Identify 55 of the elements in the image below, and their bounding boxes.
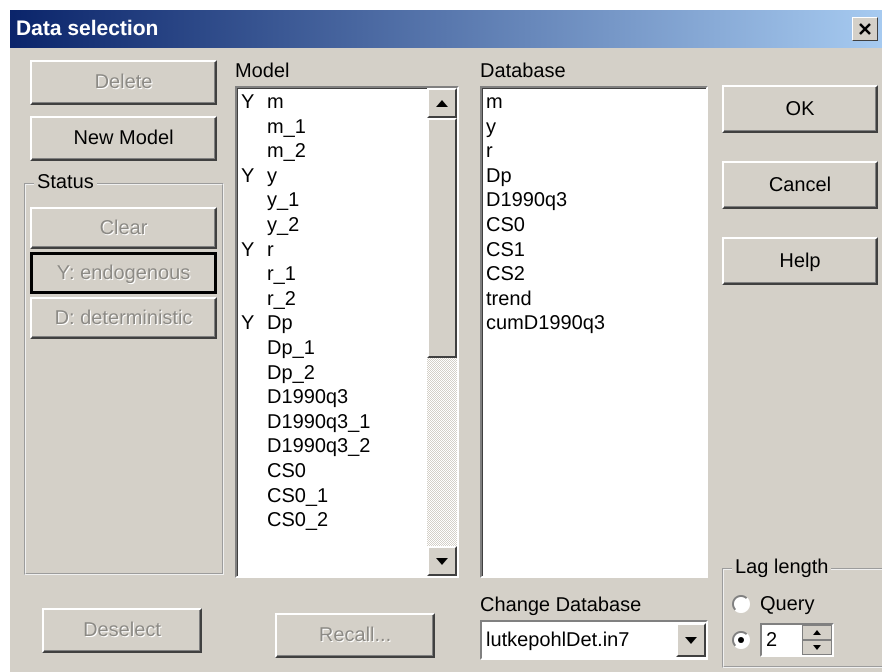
list-item[interactable]: y	[486, 114, 702, 140]
scroll-thumb[interactable]	[427, 118, 457, 358]
radio-button[interactable]	[732, 595, 750, 613]
list-item[interactable]: cumD1990q3	[486, 311, 702, 336]
list-item[interactable]: D1990q3_1	[241, 410, 423, 434]
group-label: Lag length	[732, 556, 832, 579]
list-item[interactable]: m_2	[241, 139, 423, 164]
list-item[interactable]: Y Dp	[241, 311, 423, 336]
list-item[interactable]: D1990q3	[241, 385, 423, 410]
database-dropdown[interactable]: lutkepohlDet.in7	[480, 620, 708, 660]
scroll-up-button[interactable]	[427, 88, 457, 118]
list-item[interactable]: Y y	[241, 164, 423, 188]
close-icon	[858, 22, 872, 36]
button[interactable]: OK	[722, 85, 878, 133]
list-item[interactable]: CS0_2	[241, 508, 423, 533]
list-item[interactable]: y_2	[241, 212, 423, 238]
list-item[interactable]: CS0_1	[241, 484, 423, 508]
up-arrow-icon	[436, 100, 448, 106]
button[interactable]: Help	[722, 237, 878, 285]
database-label: Database	[480, 60, 567, 84]
list-item[interactable]: D1990q3_2	[241, 434, 423, 459]
list-item[interactable]: trend	[486, 286, 702, 312]
list-item[interactable]: CS0	[486, 212, 702, 238]
list-item[interactable]: m	[486, 90, 702, 115]
model-list[interactable]: Y m m_1 m_2 Y y y_1 y_2 Y r r_1 r_2 Y Dp Dp_1 Dp_2 D1990q3 D1990q3_1 D1990q3_2 CS0 CS0_1 CS0_2	[235, 86, 459, 578]
list-item[interactable]: CS2	[486, 262, 702, 287]
button[interactable]: New Model	[30, 116, 217, 161]
window-title: Data selection	[16, 17, 158, 41]
list-item[interactable]: m_1	[241, 114, 423, 140]
lag-spin-field[interactable]: 2	[760, 623, 834, 657]
list-item[interactable]: Y m	[241, 90, 423, 115]
spin-arrows-icon[interactable]	[802, 625, 832, 655]
list-item[interactable]: r	[486, 139, 702, 164]
down-arrow-icon	[685, 636, 697, 644]
database-list[interactable]: m y r Dp D1990q3 CS0 CS1 CS2 trend cumD1990q3	[480, 86, 708, 578]
list-item[interactable]: Dp_2	[241, 360, 423, 386]
scrollbar[interactable]	[427, 88, 457, 576]
list-item[interactable]: D1990q3	[486, 188, 702, 213]
button[interactable]: Cancel	[722, 161, 878, 209]
scroll-down-button[interactable]	[427, 546, 457, 576]
list-item[interactable]: Y r	[241, 238, 423, 262]
down-arrow-icon	[436, 558, 448, 564]
list-item[interactable]: Dp	[486, 164, 702, 188]
close-button[interactable]	[852, 17, 878, 41]
list-item[interactable]: y_1	[241, 188, 423, 213]
list-item[interactable]: Dp_1	[241, 336, 423, 361]
list-item[interactable]: CS0	[241, 458, 423, 484]
model-label: Model	[235, 60, 290, 84]
change-database-label: Change Database	[480, 594, 642, 618]
radio-button[interactable]	[732, 631, 750, 649]
radio-label[interactable]: Query	[760, 592, 814, 616]
dropdown-button[interactable]	[676, 623, 706, 657]
list-item[interactable]: r_1	[241, 262, 423, 287]
list-item[interactable]: r_2	[241, 286, 423, 312]
list-item[interactable]: CS1	[486, 238, 702, 262]
